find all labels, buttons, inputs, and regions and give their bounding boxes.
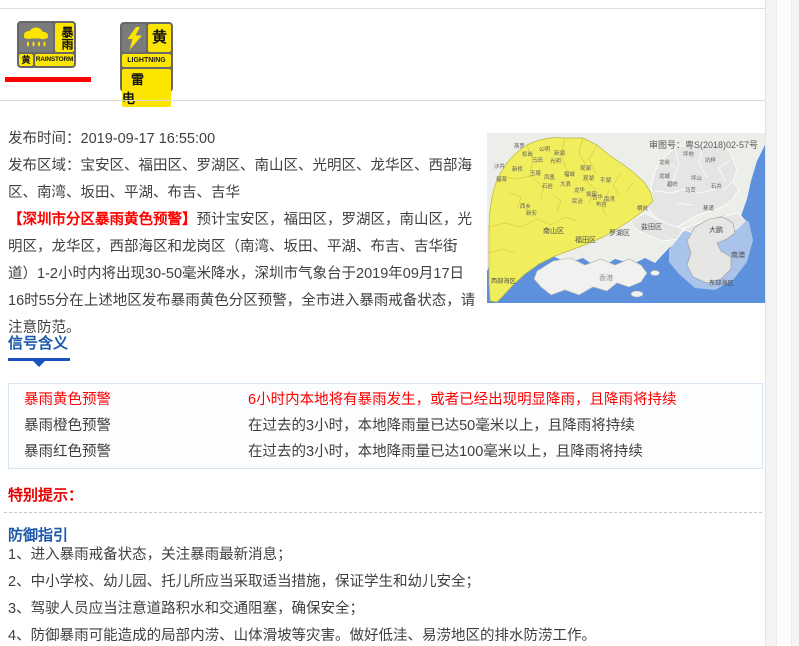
map-label: 大鹏 [709, 225, 723, 234]
scrollbar-thumb[interactable] [776, 0, 792, 646]
map-label: 光明 [550, 157, 561, 165]
map-label: 松岗 [522, 150, 533, 158]
rainstorm-grade-label: 黄 [19, 54, 33, 66]
map-label: 公明 [539, 146, 550, 153]
active-tab-indicator [5, 77, 91, 82]
rainstorm-label: 暴雨 [55, 23, 74, 52]
list-item: 1、进入暴雨戒备状态，关注暴雨最新消息； [8, 542, 768, 569]
rain-cloud-icon [19, 23, 53, 52]
map-label: 玉塘 [530, 169, 541, 177]
map-label: 罗湖区 [609, 228, 630, 237]
map-label: 葵涌 [703, 204, 714, 212]
dotted-divider [4, 512, 762, 513]
map-label: 石岩 [542, 182, 553, 190]
map-label: 南湾 [604, 195, 615, 203]
warning-title: 【深圳市分区暴雨黄色预警】 [8, 212, 197, 228]
defense-guide-list: 1、进入暴雨戒备状态，关注暴雨最新消息； 2、中小学校、幼儿园、托儿所应当采取适… [8, 542, 768, 646]
heading-triangle-icon [33, 361, 45, 367]
table-row: 暴雨红色预警 在过去的3小时，本地降雨量已达100毫米以上，且降雨将持续 [9, 442, 762, 462]
signal-desc: 在过去的3小时，本地降雨量已达50毫米以上，且降雨将持续 [248, 416, 762, 436]
map-label: 新桥 [512, 165, 523, 173]
map-label: 南山区 [543, 226, 564, 235]
lightning-yellow-warning-icon: 黄 LIGHTNING 雷电 [120, 22, 173, 92]
signal-table: 暴雨黄色预警 6小时内本地将有暴雨发生，或者已经出现明显降雨，且降雨将持续 暴雨… [8, 383, 763, 469]
map-label: 龙岗 [659, 158, 670, 166]
signal-name: 暴雨红色预警 [9, 442, 248, 462]
list-item: 2、中小学校、幼儿园、托儿所应当采取适当措施，保证学生和幼儿安全； [8, 569, 768, 596]
map-label: 西乡 [520, 203, 531, 210]
map-label: 观湖 [583, 174, 594, 182]
map-label: 坑梓 [705, 156, 716, 164]
special-note-heading: 特别提示： [8, 484, 83, 505]
tab-lightning-warning[interactable]: 黄 LIGHTNING 雷电 [120, 22, 173, 92]
map-label: 碧岭 [667, 180, 678, 188]
scrollbar-track[interactable] [765, 0, 799, 646]
table-row: 暴雨黄色预警 6小时内本地将有暴雨发生，或者已经出现明显降雨，且降雨将持续 [9, 390, 762, 410]
signal-desc: 在过去的3小时，本地降雨量已达100毫米以上，且降雨将持续 [248, 442, 762, 462]
map-label: 南澳 [731, 250, 745, 259]
map-label: 龙华 [574, 186, 585, 194]
map-label: 盐田区 [641, 222, 662, 231]
map-label: 沙井 [494, 162, 505, 170]
map-label: 燕罗 [514, 142, 525, 150]
lightning-label: 雷电 [122, 69, 171, 107]
map-label: 大浪 [560, 180, 571, 188]
map-label: 福田区 [575, 235, 596, 244]
map-label: 吉华 [592, 193, 603, 201]
weather-warning-page: 暴雨 黄 RAINSTORM 黄 LIGHTNING 雷电 [0, 0, 799, 646]
map-label: 马峦 [685, 186, 696, 194]
map-label: 新湖 [554, 149, 565, 157]
publish-time-value: 2019-09-17 16:55:00 [81, 131, 216, 147]
publish-time-label: 发布时间： [8, 131, 81, 147]
header-divider [0, 100, 765, 101]
map-approval-number: 审图号：粤S(2018)02-57号 [649, 138, 758, 151]
tab-rainstorm-warning[interactable]: 暴雨 黄 RAINSTORM [17, 21, 76, 68]
signal-meaning-title: 信号含义 [8, 332, 70, 353]
map-label: 福城 [564, 170, 575, 178]
map-label: 平湖 [600, 176, 611, 184]
map-label: 香港 [599, 273, 613, 282]
map-label: 石井 [711, 182, 722, 190]
map-label: 新安 [526, 209, 537, 217]
warning-content: 西部海区 南山区 福田区 罗湖区 盐田区 香港 大鹏 南澳 东部海区 燕罗 松岗… [8, 126, 768, 342]
warning-body: 预计宝安区，福田区，罗湖区，南山区，光明区，龙华区，西部海区和龙岗区（南湾、坂田… [8, 212, 475, 336]
lightning-en-label: LIGHTNING [122, 54, 171, 67]
map-label: 西部海区 [491, 277, 516, 285]
lightning-bolt-icon [122, 24, 146, 52]
rainstorm-en-label: RAINSTORM [35, 54, 74, 66]
lightning-grade-label: 黄 [148, 24, 171, 52]
map-label: 坪地 [683, 150, 694, 158]
table-row: 暴雨橙色预警 在过去的3小时，本地降雨量已达50毫米以上，且降雨将持续 [9, 416, 762, 436]
map-label: 坪山 [691, 174, 702, 182]
map-label: 横岗 [637, 204, 648, 212]
publish-area-label: 发布区域： [8, 158, 81, 174]
top-divider [0, 8, 765, 9]
signal-desc: 6小时内本地将有暴雨发生，或者已经出现明显降雨，且降雨将持续 [248, 390, 762, 410]
map-label: 马田 [532, 156, 543, 164]
signal-meaning-heading: 信号含义 [8, 332, 70, 367]
signal-name: 暴雨黄色预警 [9, 390, 248, 410]
map-label: 龙城 [659, 172, 670, 180]
list-item: 4、防御暴雨可能造成的局部内涝、山体滑坡等灾害。做好低洼、易涝地区的排水防涝工作… [8, 623, 768, 646]
map-label: 东部海区 [709, 279, 734, 287]
rainstorm-yellow-warning-icon: 暴雨 黄 RAINSTORM [17, 21, 76, 68]
map-label: 观澜 [580, 164, 591, 172]
list-item: 3、驾驶人员应当注意道路积水和交通阻塞，确保安全； [8, 596, 768, 623]
map-label: 福海 [496, 175, 507, 183]
shenzhen-warning-map: 西部海区 南山区 福田区 罗湖区 盐田区 香港 大鹏 南澳 东部海区 燕罗 松岗… [487, 133, 765, 303]
map-label: 民治 [572, 197, 583, 205]
district-map-graphic: 西部海区 南山区 福田区 罗湖区 盐田区 香港 大鹏 南澳 东部海区 燕罗 松岗… [487, 133, 765, 303]
map-label: 凤凰 [544, 174, 555, 181]
signal-name: 暴雨橙色预警 [9, 416, 248, 436]
